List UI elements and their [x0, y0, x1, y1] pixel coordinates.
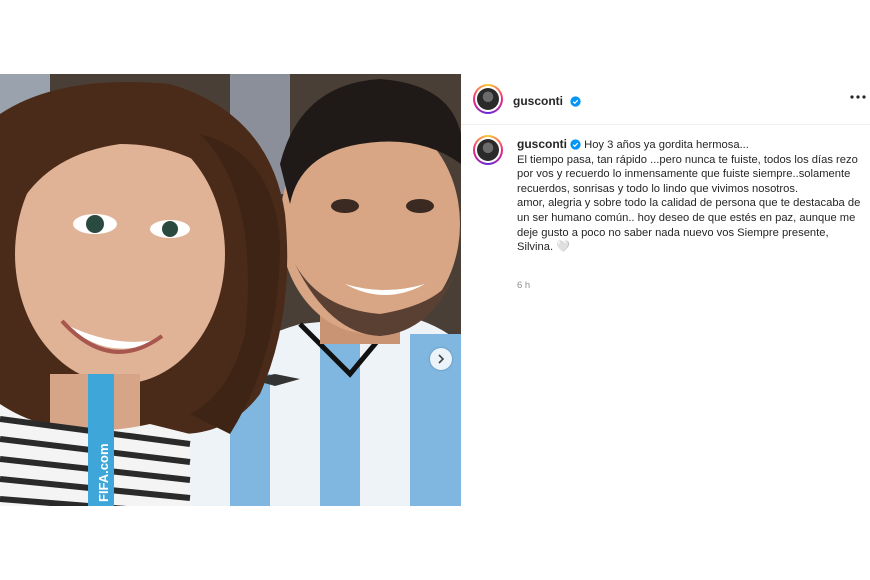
next-photo-button[interactable] — [430, 348, 452, 370]
caption-avatar[interactable] — [473, 135, 503, 165]
chevron-right-icon — [438, 354, 445, 364]
post-photo[interactable]: FIFA.com — [0, 74, 461, 506]
post-timestamp[interactable]: 6 h — [517, 280, 530, 291]
caption-username[interactable]: gusconti — [517, 137, 567, 151]
caption-paragraph-1: El tiempo pasa, tan rápido ...pero nunca… — [517, 153, 858, 195]
post-header: gusconti — [461, 74, 870, 125]
avatar[interactable] — [473, 84, 503, 114]
lanyard-text: FIFA.com — [96, 443, 111, 502]
caption-line1: Hoy 3 años ya gordita hermosa... — [584, 139, 749, 151]
more-options-button[interactable] — [850, 90, 866, 100]
more-horizontal-icon — [850, 95, 866, 99]
header-username[interactable]: gusconti — [513, 94, 563, 108]
verified-badge-icon — [570, 139, 581, 150]
post-side-panel: gusconti gusconti Hoy 3 años ya gordita … — [461, 74, 870, 506]
post-caption: gusconti Hoy 3 años ya gordita hermosa..… — [517, 137, 862, 255]
caption-paragraph-2: amor, alegria y sobre todo la calidad de… — [517, 197, 861, 254]
selfie-illustration: FIFA.com — [0, 74, 461, 506]
instagram-post: FIFA.com gusconti gusconti Hoy 3 años ya… — [0, 74, 870, 506]
header-user: gusconti — [513, 92, 582, 110]
verified-badge-icon — [570, 96, 582, 107]
